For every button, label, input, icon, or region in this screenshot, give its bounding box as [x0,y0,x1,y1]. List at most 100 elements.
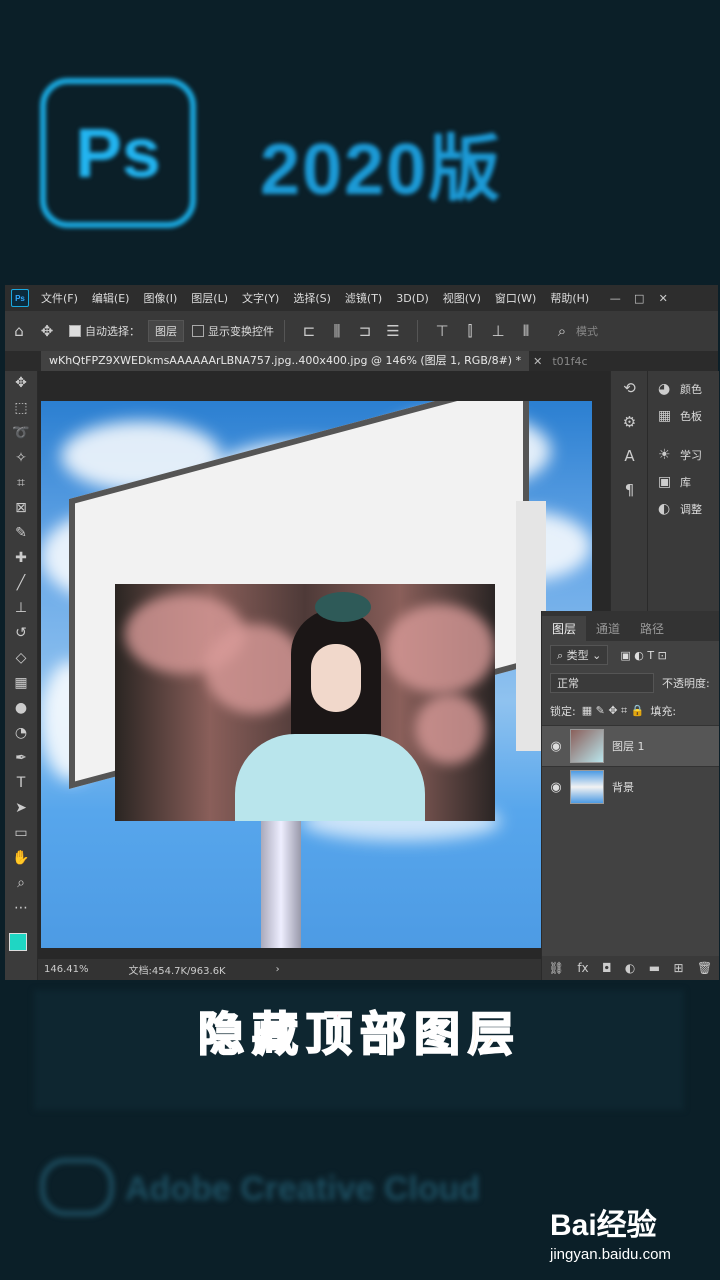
close-icon[interactable]: ✕ [651,292,675,305]
color-swatches[interactable] [5,921,37,961]
eyedropper-icon[interactable]: ✎ [5,521,37,546]
distribute-v-icon[interactable]: ⫴ [512,322,540,340]
menu-help[interactable]: 帮助(H) [550,290,589,306]
visibility-eye-icon[interactable]: ◉ [542,780,570,795]
distribute-icon[interactable]: ☰ [379,322,407,340]
eraser-icon[interactable]: ◇ [5,646,37,671]
new-layer-icon[interactable]: ⊞ [674,961,684,975]
menu-edit[interactable]: 编辑(E) [92,290,130,306]
menu-file[interactable]: 文件(F) [41,290,78,306]
more-tools-icon[interactable]: ⋯ [5,896,37,921]
properties-icon[interactable]: ⚙ [611,405,648,439]
home-icon[interactable]: ⌂ [5,322,33,340]
pen-tool-icon[interactable]: ✒ [5,746,37,771]
layer-row-background[interactable]: ◉ 背景 [542,766,719,807]
group-icon[interactable]: ▬ [649,961,660,975]
adjustment-layer-icon[interactable]: ◐ [625,961,635,975]
minimize-icon[interactable]: — [603,292,627,305]
align-right-icon[interactable]: ⊐ [351,322,379,340]
align-bottom-icon[interactable]: ⊥ [484,322,512,340]
history-icon[interactable]: ⟲ [611,371,648,405]
tab-close-icon[interactable]: ✕ [533,355,542,368]
move-tool-icon[interactable]: ✥ [5,371,37,396]
clone-stamp-icon[interactable]: ⊥ [5,596,37,621]
dodge-tool-icon[interactable]: ◔ [5,721,37,746]
foreground-color[interactable] [9,933,27,951]
layer-row-layer1[interactable]: ◉ 图层 1 [542,725,719,766]
paragraph-icon[interactable]: ¶ [611,473,648,507]
history-brush-icon[interactable]: ↺ [5,621,37,646]
adjust-icon: ◐ [658,500,671,517]
magic-wand-icon[interactable]: ✧ [5,446,37,471]
zoom-tool-icon[interactable]: ⌕ [5,871,37,896]
align-middle-icon[interactable]: ⫿ [456,322,484,340]
shape-tool-icon[interactable]: ▭ [5,821,37,846]
lasso-tool-icon[interactable]: ➰ [5,421,37,446]
fx-icon[interactable]: fx [577,961,588,975]
panel-learn[interactable]: ☀ 学习 [648,441,719,468]
move-tool-icon[interactable]: ✥ [33,322,61,340]
panel-swatches[interactable]: ▦ 色板 [648,402,719,429]
menu-bar: Ps 文件(F) 编辑(E) 图像(I) 图层(L) 文字(Y) 选择(S) 滤… [5,285,718,311]
tab-channels[interactable]: 通道 [586,616,630,641]
layer-1-photo[interactable] [115,584,495,821]
menu-select[interactable]: 选择(S) [293,290,331,306]
menu-filter[interactable]: 滤镜(T) [345,290,382,306]
blend-mode-dropdown[interactable]: 正常 [550,673,654,693]
document-tab-bar: wKhQtFPZ9XWEDkmsAAAAAArLBNA757.jpg..400x… [5,351,718,371]
menu-view[interactable]: 视图(V) [443,290,481,306]
marquee-tool-icon[interactable]: ⬚ [5,396,37,421]
3d-mode-label[interactable]: 模式 [576,323,598,339]
status-arrow-icon[interactable]: › [276,964,280,975]
document-tab-next[interactable]: t01f4c [552,355,587,368]
photoshop-window: Ps 文件(F) 编辑(E) 图像(I) 图层(L) 文字(Y) 选择(S) 滤… [5,285,719,980]
show-transform-checkbox[interactable] [192,325,204,337]
panel-libraries[interactable]: ▣ 库 [648,468,719,495]
document-canvas[interactable] [41,401,592,948]
auto-select-dropdown[interactable]: 图层 [148,320,184,342]
type-tool-icon[interactable]: T [5,771,37,796]
billboard-pole [261,821,301,948]
hand-tool-icon[interactable]: ✋ [5,846,37,871]
auto-select-checkbox[interactable] [69,325,81,337]
document-tab-active[interactable]: wKhQtFPZ9XWEDkmsAAAAAArLBNA757.jpg..400x… [41,351,530,371]
path-select-icon[interactable]: ➤ [5,796,37,821]
panel-adjustments[interactable]: ◐ 调整 [648,495,719,522]
lock-icons[interactable]: ▦ ✎ ✥ ⌗ 🔒 [582,704,645,718]
show-transform-label: 显示变换控件 [208,325,274,338]
healing-brush-icon[interactable]: ✚ [5,546,37,571]
lightbulb-icon: ☀ [658,446,671,463]
gradient-tool-icon[interactable]: ▦ [5,671,37,696]
align-top-icon[interactable]: ⊤ [428,322,456,340]
caption-char: 顶 [305,1006,360,1062]
layers-panel-tabs: 图层 通道 路径 [542,611,719,641]
tab-paths[interactable]: 路径 [630,616,674,641]
blur-tool-icon[interactable]: ● [5,696,37,721]
caption-char: 隐 [197,1006,252,1062]
menu-layer[interactable]: 图层(L) [191,290,228,306]
character-icon[interactable]: A [611,439,648,473]
zoom-level[interactable]: 146.41% [44,964,89,975]
link-icon[interactable]: ⛓ [549,961,564,975]
trash-icon[interactable]: 🗑 [697,961,712,975]
align-center-icon[interactable]: ⫼ [323,322,351,340]
creative-cloud-text: Adobe Creative Cloud [125,1170,481,1208]
tab-layers[interactable]: 图层 [542,616,587,641]
brush-tool-icon[interactable]: ╱ [5,571,37,596]
maximize-icon[interactable]: □ [627,292,651,305]
menu-image[interactable]: 图像(I) [143,290,177,306]
visibility-eye-icon[interactable]: ◉ [542,739,570,754]
filter-icons[interactable]: ▣ ◐ T ⊡ [620,649,666,662]
panel-color[interactable]: ◕ 颜色 [648,375,719,402]
menu-window[interactable]: 窗口(W) [495,290,536,306]
crop-tool-icon[interactable]: ⌗ [5,471,37,496]
frame-tool-icon[interactable]: ⊠ [5,496,37,521]
search-icon[interactable]: ⌕ [548,322,576,340]
palette-icon: ◕ [658,380,671,397]
menu-3d[interactable]: 3D(D) [396,292,429,305]
mask-icon[interactable]: ◘ [602,961,612,975]
align-left-icon[interactable]: ⊏ [295,322,323,340]
divider [284,320,285,342]
menu-type[interactable]: 文字(Y) [242,290,279,306]
layer-kind-filter[interactable]: ⌕ 类型 ⌄ [550,645,609,665]
